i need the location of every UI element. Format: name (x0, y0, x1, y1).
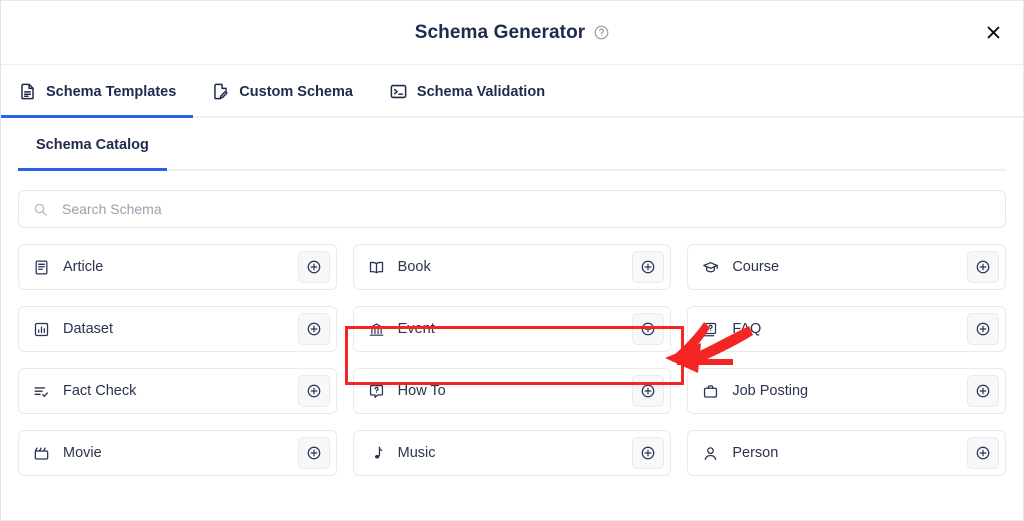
clapperboard-icon (33, 445, 50, 462)
subtab-schema-catalog[interactable]: Schema Catalog (18, 118, 167, 171)
tab-schema-templates[interactable]: Schema Templates (1, 65, 194, 118)
article-icon (33, 259, 50, 276)
help-square-icon (368, 383, 385, 400)
schema-catalog-grid: Article Book Course Dataset Event FAQ Fa… (18, 244, 1006, 476)
plus-circle-icon (976, 384, 990, 398)
chart-square-icon (33, 321, 50, 338)
plus-circle-icon (641, 260, 655, 274)
plus-circle-icon (307, 322, 320, 336)
add-button-person[interactable] (966, 437, 999, 469)
plus-circle-icon (976, 446, 990, 460)
catalog-card-label: Job Posting (732, 383, 809, 399)
catalog-card-music[interactable]: Music (352, 430, 672, 476)
subtab-label: Schema Catalog (36, 136, 149, 153)
catalog-card-job-posting[interactable]: Job Posting (687, 368, 1006, 414)
catalog-card-dataset[interactable]: Dataset (18, 306, 337, 352)
plus-circle-icon (307, 384, 320, 398)
catalog-card-label: Music (397, 445, 436, 461)
close-icon (987, 26, 999, 39)
catalog-card-label: Book (397, 259, 431, 275)
catalog-card-label: FAQ (732, 321, 762, 337)
add-button-how-to[interactable] (632, 375, 665, 407)
person-icon (702, 445, 719, 462)
list-check-icon (33, 383, 50, 400)
header-title-group: Schema Generator (415, 22, 610, 44)
close-button[interactable] (975, 15, 1011, 51)
catalog-card-label: Article (63, 259, 104, 275)
catalog-card-label: Person (732, 445, 779, 461)
add-button-movie[interactable] (297, 437, 330, 469)
modal-header: Schema Generator (1, 1, 1023, 65)
search-icon (33, 202, 48, 217)
landmark-icon (368, 321, 385, 338)
tab-label: Schema Templates (46, 83, 177, 100)
add-button-event[interactable] (632, 313, 665, 345)
plus-circle-icon (641, 322, 655, 336)
file-edit-icon (211, 82, 230, 101)
add-button-job-posting[interactable] (966, 375, 999, 407)
add-button-music[interactable] (632, 437, 665, 469)
catalog-card-fact-check[interactable]: Fact Check (18, 368, 337, 414)
add-button-fact-check[interactable] (297, 375, 330, 407)
plus-circle-icon (976, 260, 990, 274)
tab-custom-schema[interactable]: Custom Schema (193, 65, 371, 118)
catalog-card-label: Dataset (63, 321, 113, 337)
catalog-card-person[interactable]: Person (687, 430, 1006, 476)
file-text-icon (18, 82, 37, 101)
book-icon (368, 259, 385, 276)
catalog-card-article[interactable]: Article (18, 244, 337, 290)
catalog-card-label: Movie (63, 445, 102, 461)
catalog-card-label: How To (397, 383, 446, 399)
add-button-course[interactable] (966, 251, 999, 283)
add-button-book[interactable] (632, 251, 665, 283)
add-button-article[interactable] (297, 251, 330, 283)
catalog-card-label: Course (732, 259, 780, 275)
catalog-card-course[interactable]: Course (687, 244, 1006, 290)
subtab-bar: Schema Catalog (18, 118, 1006, 171)
add-button-faq[interactable] (966, 313, 999, 345)
add-button-dataset[interactable] (297, 313, 330, 345)
help-circle-icon[interactable] (594, 25, 609, 40)
plus-circle-icon (641, 446, 655, 460)
music-note-icon (368, 445, 385, 462)
search-input[interactable] (60, 191, 991, 227)
catalog-card-faq[interactable]: FAQ (687, 306, 1006, 352)
tab-label: Schema Validation (416, 83, 546, 100)
tab-schema-validation[interactable]: Schema Validation (371, 65, 563, 118)
catalog-card-label: Fact Check (63, 383, 137, 399)
tab-bar: Schema Templates Custom Schema Schema Va… (1, 65, 1023, 118)
catalog-card-event[interactable]: Event (352, 306, 672, 352)
schema-generator-modal: Schema Generator Schema Templates Custom… (0, 0, 1024, 521)
search-box[interactable] (18, 190, 1006, 228)
catalog-card-label: Event (397, 321, 435, 337)
catalog-card-book[interactable]: Book (352, 244, 672, 290)
graduation-cap-icon (702, 259, 719, 276)
tab-label: Custom Schema (239, 83, 353, 100)
plus-circle-icon (307, 446, 320, 460)
catalog-card-movie[interactable]: Movie (18, 430, 337, 476)
plus-circle-icon (641, 384, 655, 398)
plus-circle-icon (307, 260, 320, 274)
catalog-card-how-to[interactable]: How To (352, 368, 672, 414)
faq-icon (702, 321, 719, 338)
terminal-icon (389, 82, 408, 101)
briefcase-icon (702, 383, 719, 400)
page-title: Schema Generator (414, 21, 586, 43)
plus-circle-icon (976, 322, 990, 336)
